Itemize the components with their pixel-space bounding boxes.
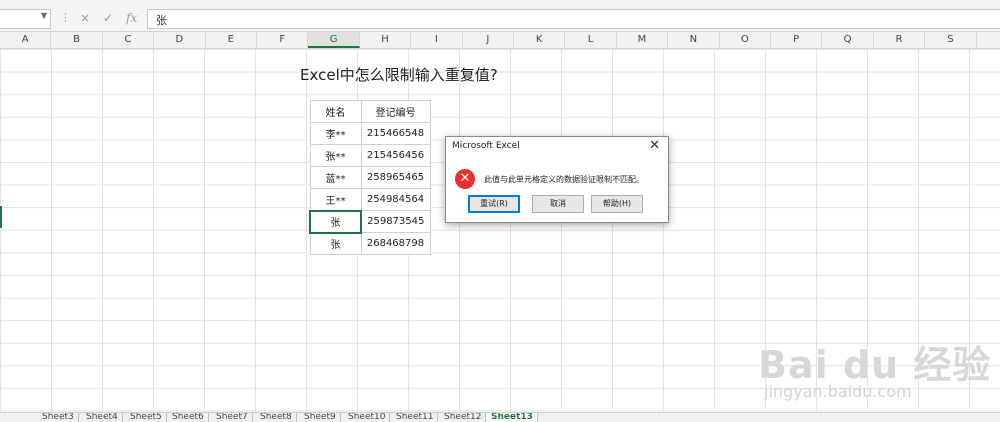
validation-error-dialog: Microsoft Excel ✕ ✕ 此值与此单元格定义的数据验证限制不匹配。…: [445, 136, 669, 223]
sheet-title-cell[interactable]: Excel中怎么限制输入重复值?: [300, 64, 498, 85]
id-cell[interactable]: 215456456: [360, 144, 431, 167]
header-id-cell[interactable]: 登记编号: [360, 100, 431, 123]
name-box[interactable]: ▼: [0, 9, 51, 29]
column-header-s[interactable]: S: [925, 32, 977, 48]
close-icon[interactable]: ✕: [649, 138, 660, 153]
baidu-watermark: Bai du 经验 jingyan.baidu.com: [758, 334, 990, 404]
name-cell[interactable]: 王**: [309, 188, 362, 211]
retry-button[interactable]: 重试(R): [468, 195, 520, 213]
id-cell[interactable]: 268468798: [360, 232, 431, 255]
dialog-title: Microsoft Excel: [452, 141, 520, 151]
table-header-row: 姓名 登记编号: [309, 100, 431, 123]
name-cell[interactable]: 李**: [309, 122, 362, 145]
column-header-p[interactable]: P: [771, 32, 823, 48]
column-header-e[interactable]: E: [206, 32, 257, 48]
chevron-down-icon[interactable]: ▼: [41, 11, 47, 20]
column-header-f[interactable]: F: [257, 32, 309, 48]
table-row: 蓝** 258965465: [309, 166, 431, 189]
dialog-message: 此值与此单元格定义的数据验证限制不匹配。: [484, 175, 644, 184]
table-row: 张** 215456456: [309, 144, 431, 167]
column-header-h[interactable]: H: [360, 32, 412, 48]
column-header-m[interactable]: M: [617, 32, 669, 48]
cancel-icon[interactable]: ×: [80, 11, 90, 25]
column-header-o[interactable]: O: [720, 32, 771, 48]
id-cell[interactable]: 258965465: [360, 166, 431, 189]
column-header-q[interactable]: Q: [822, 32, 874, 48]
table-row: 张 268468798: [309, 232, 431, 255]
table-row: 李** 215466548: [309, 122, 431, 145]
drag-handle-icon[interactable]: ⋮: [60, 11, 71, 24]
column-header-k[interactable]: K: [514, 32, 566, 48]
data-table: 姓名 登记编号 李** 215466548 张** 215456456 蓝** …: [309, 100, 431, 255]
selected-row-indicator: [0, 206, 2, 228]
formula-input[interactable]: 张: [147, 9, 1000, 29]
watermark-url: jingyan.baidu.com: [764, 382, 912, 401]
name-cell[interactable]: 张: [309, 232, 362, 255]
id-cell[interactable]: 254984564: [360, 188, 431, 211]
insert-function-icon[interactable]: fx: [126, 11, 137, 25]
active-name-cell[interactable]: 张: [309, 209, 362, 234]
table-row: 张 259873545: [309, 209, 431, 234]
column-header-b[interactable]: B: [51, 32, 103, 48]
header-name-cell[interactable]: 姓名: [309, 100, 362, 123]
column-header-r[interactable]: R: [874, 32, 926, 48]
column-header-n[interactable]: N: [668, 32, 720, 48]
enter-icon[interactable]: ✓: [103, 11, 113, 25]
help-button[interactable]: 帮助(H): [591, 195, 643, 213]
id-cell[interactable]: 259873545: [360, 210, 431, 233]
column-header-d[interactable]: D: [154, 32, 206, 48]
column-header-a[interactable]: A: [0, 32, 52, 48]
name-cell[interactable]: 蓝**: [309, 166, 362, 189]
error-icon: ✕: [455, 169, 475, 189]
column-header-c[interactable]: C: [103, 32, 155, 48]
column-header-row: ABCDEFGHIJKLMNOPQRS: [0, 32, 1000, 49]
column-header-l[interactable]: L: [565, 32, 617, 48]
id-cell[interactable]: 215466548: [360, 122, 431, 145]
table-row: 王** 254984564: [309, 188, 431, 211]
column-header-j[interactable]: J: [463, 32, 514, 48]
name-cell[interactable]: 张**: [309, 144, 362, 167]
column-header-i[interactable]: I: [411, 32, 463, 48]
cancel-button[interactable]: 取消: [532, 195, 584, 213]
formula-bar: ▼ ⋮ × ✓ fx 张: [0, 7, 1000, 32]
watermark-brand: Bai du 经验: [758, 343, 992, 387]
column-header-g[interactable]: G: [308, 32, 360, 48]
